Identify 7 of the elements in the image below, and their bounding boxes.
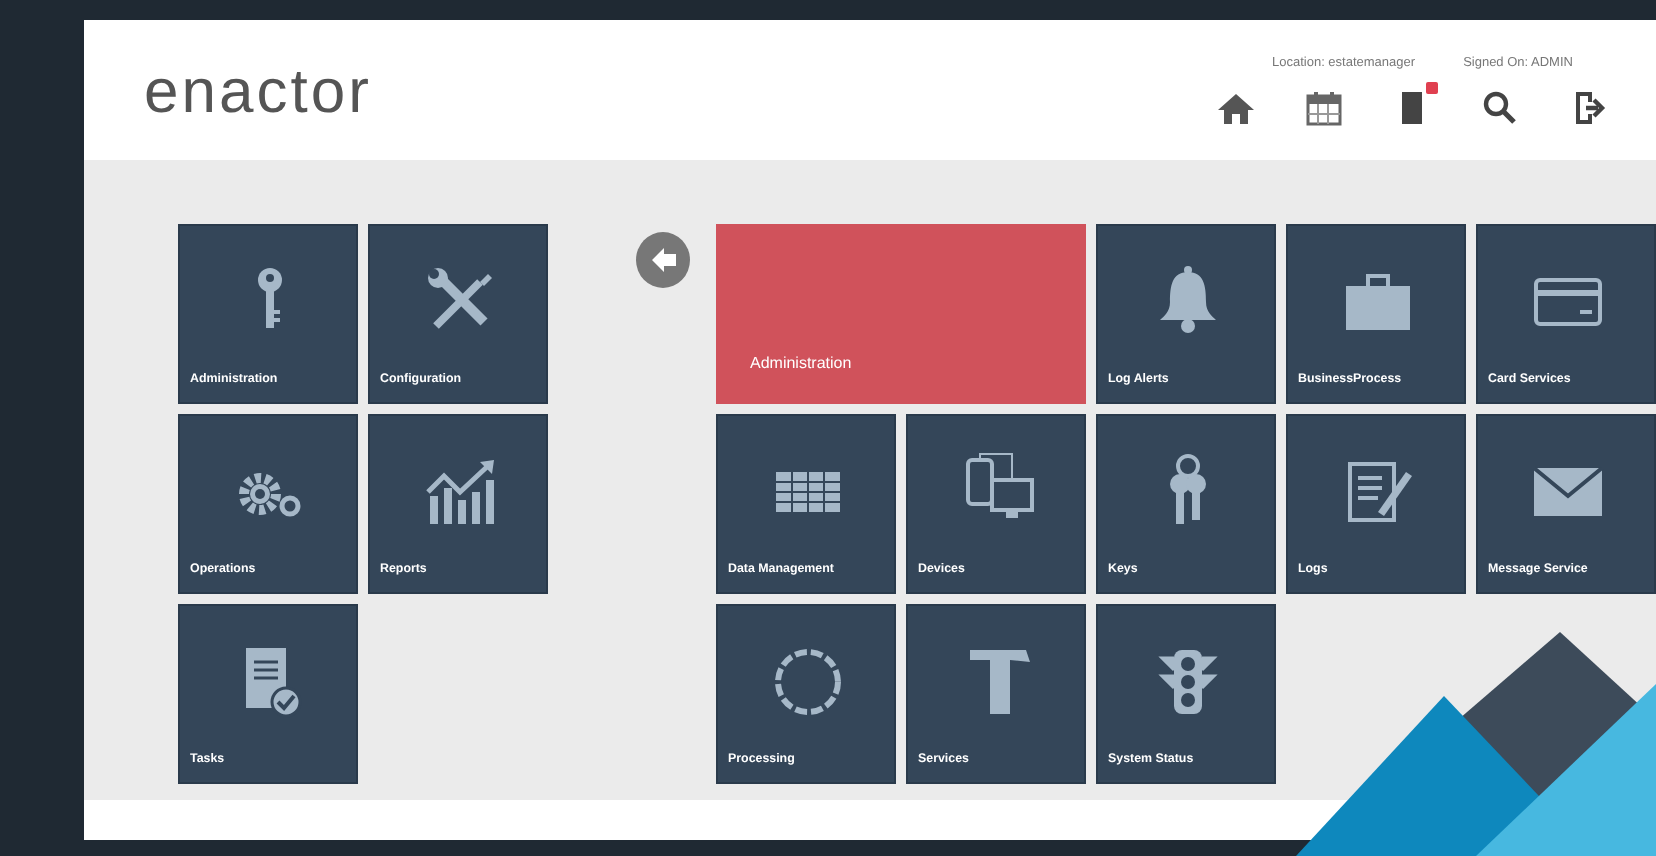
calendar-icon[interactable] bbox=[1304, 88, 1344, 128]
back-button[interactable] bbox=[636, 232, 690, 288]
back-arrow-icon bbox=[647, 244, 679, 276]
section-header-tile: Administration bbox=[716, 224, 1086, 404]
logo: enactor bbox=[144, 59, 372, 121]
search-icon[interactable] bbox=[1480, 88, 1520, 128]
home-icon[interactable] bbox=[1216, 88, 1256, 128]
